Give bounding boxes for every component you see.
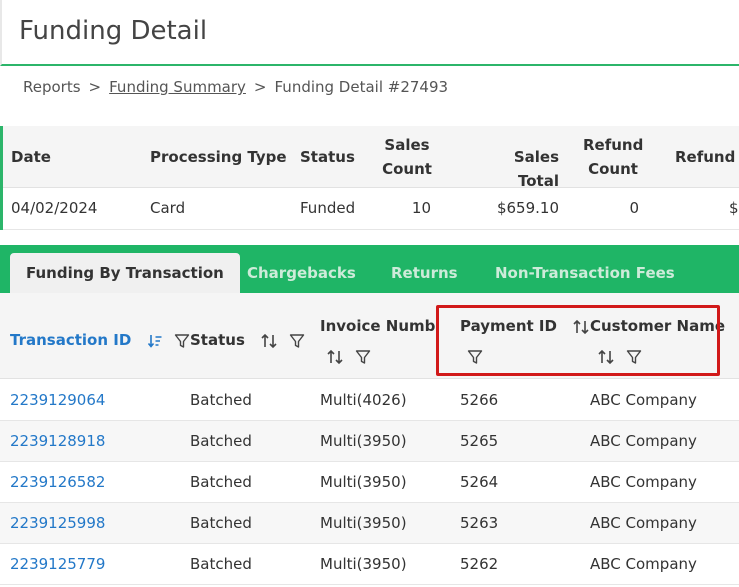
summary-header-refund-count-line1: Refund (583, 136, 644, 154)
summary-date: 04/02/2024 (11, 199, 98, 217)
page-header: Funding Detail (0, 0, 739, 66)
summary-header-sales-count-line1: Sales (384, 136, 430, 154)
sort-icon[interactable] (260, 332, 278, 350)
summary-row: 04/02/2024 Card Funded 10 $659.10 0 $0 (3, 188, 739, 230)
funding-summary-table: Date Processing Type Status Sales Count … (0, 126, 739, 230)
summary-status: Funded (300, 199, 356, 217)
row-payment-id: 5266 (460, 391, 499, 409)
row-status: Batched (190, 555, 252, 573)
sort-icon[interactable] (326, 348, 344, 366)
row-payment-id: 5265 (460, 432, 499, 450)
summary-header-processing-type: Processing Type (150, 148, 287, 166)
breadcrumb-separator: > (253, 78, 267, 96)
summary-header-sales-count-line2: Count (382, 160, 432, 178)
transaction-id-link[interactable]: 2239129064 (10, 391, 105, 409)
row-payment-id: 5264 (460, 473, 499, 491)
row-invoice: Multi(3950) (320, 555, 407, 573)
row-invoice: Multi(3950) (320, 473, 407, 491)
tab-funding-by-transaction[interactable]: Funding By Transaction (10, 253, 240, 293)
tab-chargebacks[interactable]: Chargebacks (247, 245, 356, 293)
summary-header-refund-total: Refund To (675, 148, 739, 166)
row-status: Batched (190, 391, 252, 409)
table-row: 2239125779 Batched Multi(3950) 5262 ABC … (0, 544, 739, 585)
row-status: Batched (190, 514, 252, 532)
row-customer: ABC Company (590, 432, 697, 450)
row-customer: ABC Company (590, 473, 697, 491)
summary-sales-count: 10 (411, 199, 431, 217)
row-payment-id: 5263 (460, 514, 499, 532)
invoice-number-controls (326, 346, 371, 366)
column-header-status[interactable]: Status (190, 331, 305, 350)
tab-returns[interactable]: Returns (391, 245, 458, 293)
column-header-transaction-id-label: Transaction ID (10, 331, 132, 349)
row-payment-id: 5262 (460, 555, 499, 573)
summary-refund-total: $0 (729, 199, 739, 217)
row-status: Batched (190, 432, 252, 450)
row-invoice: Multi(3950) (320, 514, 407, 532)
summary-refund-count: 0 (629, 199, 639, 217)
row-customer: ABC Company (590, 514, 697, 532)
breadcrumb-reports: Reports (23, 78, 81, 96)
summary-header-refund-count-line2: Count (588, 160, 638, 178)
column-header-transaction-id[interactable]: Transaction ID (10, 331, 190, 349)
sort-ascending-icon[interactable] (147, 333, 163, 349)
transaction-id-link[interactable]: 2239125779 (10, 555, 105, 573)
summary-sales-total: $659.10 (496, 199, 559, 217)
filter-icon[interactable] (289, 333, 305, 349)
table-row: 2239129064 Batched Multi(4026) 5266 ABC … (0, 380, 739, 421)
breadcrumb-funding-summary-link[interactable]: Funding Summary (109, 78, 246, 96)
column-header-invoice-number[interactable]: Invoice Number (320, 317, 436, 335)
tab-bar: Funding By Transaction Chargebacks Retur… (0, 245, 739, 293)
highlight-box (436, 305, 720, 376)
page-title: Funding Detail (19, 16, 208, 46)
transaction-id-link[interactable]: 2239126582 (10, 473, 105, 491)
row-invoice: Multi(4026) (320, 391, 407, 409)
filter-icon[interactable] (355, 349, 371, 365)
row-customer: ABC Company (590, 555, 697, 573)
summary-header-row: Date Processing Type Status Sales Count … (3, 126, 739, 190)
table-row: 2239125998 Batched Multi(3950) 5263 ABC … (0, 503, 739, 544)
transaction-id-link[interactable]: 2239125998 (10, 514, 105, 532)
transaction-id-link[interactable]: 2239128918 (10, 432, 105, 450)
summary-header-refund-count: Refund Count (583, 133, 643, 181)
column-header-status-label: Status (190, 331, 245, 349)
tab-non-transaction-fees[interactable]: Non-Transaction Fees (495, 245, 675, 293)
breadcrumb-current: Funding Detail #27493 (274, 78, 449, 96)
table-row: 2239128918 Batched Multi(3950) 5265 ABC … (0, 421, 739, 462)
breadcrumb: Reports > Funding Summary > Funding Deta… (23, 78, 448, 96)
summary-header-status: Status (300, 148, 355, 166)
summary-header-sales-count: Sales Count (381, 133, 433, 181)
row-status: Batched (190, 473, 252, 491)
summary-header-date: Date (11, 148, 51, 166)
filter-icon[interactable] (174, 333, 190, 349)
summary-processing-type: Card (150, 199, 186, 217)
breadcrumb-separator: > (88, 78, 102, 96)
summary-header-sales-total: Sales Total (513, 148, 559, 190)
row-invoice: Multi(3950) (320, 432, 407, 450)
table-row: 2239126582 Batched Multi(3950) 5264 ABC … (0, 462, 739, 503)
row-customer: ABC Company (590, 391, 697, 409)
